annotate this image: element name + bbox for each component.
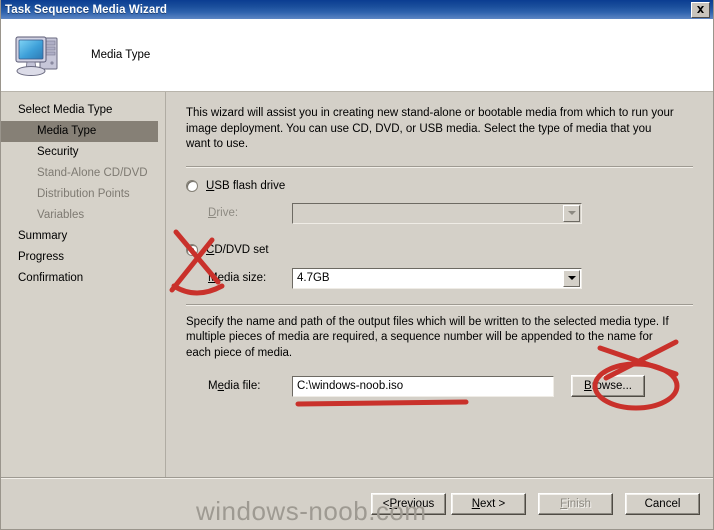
chevron-down-icon[interactable] <box>563 269 580 287</box>
content-pane: This wizard will assist you in creating … <box>166 92 713 477</box>
divider-middle <box>186 303 693 306</box>
browse-button[interactable]: Browse... <box>571 375 645 397</box>
wizard-step-list: Select Media Type Media Type Security St… <box>1 92 166 477</box>
drive-label: Drive: <box>208 207 239 219</box>
previous-button[interactable]: < Previous <box>371 492 446 515</box>
header-banner: Media Type <box>1 19 713 92</box>
media-size-select[interactable]: 4.7GB <box>292 267 582 289</box>
page-title: Media Type <box>91 49 151 61</box>
cd-dvd-set-radio[interactable] <box>186 244 198 256</box>
drive-value <box>293 204 562 223</box>
media-file-row: Media file: C:\windows-noob.iso Browse..… <box>186 375 699 397</box>
computer-icon <box>11 29 69 81</box>
sidebar-item-stand-alone-cd-dvd[interactable]: Stand-Alone CD/DVD <box>1 163 165 184</box>
sidebar-item-variables[interactable]: Variables <box>1 205 165 226</box>
finish-button: Finish <box>538 492 613 515</box>
media-file-input[interactable]: C:\windows-noob.iso <box>292 375 554 397</box>
drive-select[interactable] <box>292 202 582 224</box>
sidebar-item-progress[interactable]: Progress <box>1 247 165 268</box>
footer-bar: < Previous Next > Finish Cancel <box>1 477 713 529</box>
sidebar-item-distribution-points[interactable]: Distribution Points <box>1 184 165 205</box>
usb-flash-drive-label: USB flash drive <box>206 180 286 192</box>
media-size-row: Media size: 4.7GB <box>186 267 699 289</box>
close-icon <box>697 5 704 13</box>
chevron-down-icon[interactable] <box>563 204 580 222</box>
title-bar: Task Sequence Media Wizard <box>1 0 713 19</box>
drive-row: Drive: <box>186 202 699 224</box>
usb-flash-drive-radio[interactable] <box>186 180 198 192</box>
cd-dvd-set-label: CD/DVD set <box>206 244 269 256</box>
media-size-label: Media size: <box>208 272 267 284</box>
media-size-value: 4.7GB <box>297 272 330 284</box>
cancel-button[interactable]: Cancel <box>625 492 700 515</box>
divider-top <box>186 165 693 168</box>
usb-flash-drive-row[interactable]: USB flash drive <box>186 179 699 194</box>
intro-description: This wizard will assist you in creating … <box>186 107 674 150</box>
dialog-body: Select Media Type Media Type Security St… <box>1 92 713 477</box>
sidebar-item-select-media-type[interactable]: Select Media Type <box>1 100 165 121</box>
next-button[interactable]: Next > <box>451 492 526 515</box>
window-title: Task Sequence Media Wizard <box>5 3 168 16</box>
sidebar-item-confirmation[interactable]: Confirmation <box>1 268 165 289</box>
cd-dvd-set-row[interactable]: CD/DVD set <box>186 243 699 258</box>
sidebar-item-summary[interactable]: Summary <box>1 226 165 247</box>
close-button[interactable] <box>691 1 710 18</box>
sidebar-item-security[interactable]: Security <box>1 142 165 163</box>
sidebar-item-media-type[interactable]: Media Type <box>1 121 158 142</box>
wizard-window: Task Sequence Media Wizard Media Type Se… <box>0 0 714 530</box>
media-file-label: Media file: <box>208 380 261 392</box>
output-description: Specify the name and path of the output … <box>186 315 669 359</box>
